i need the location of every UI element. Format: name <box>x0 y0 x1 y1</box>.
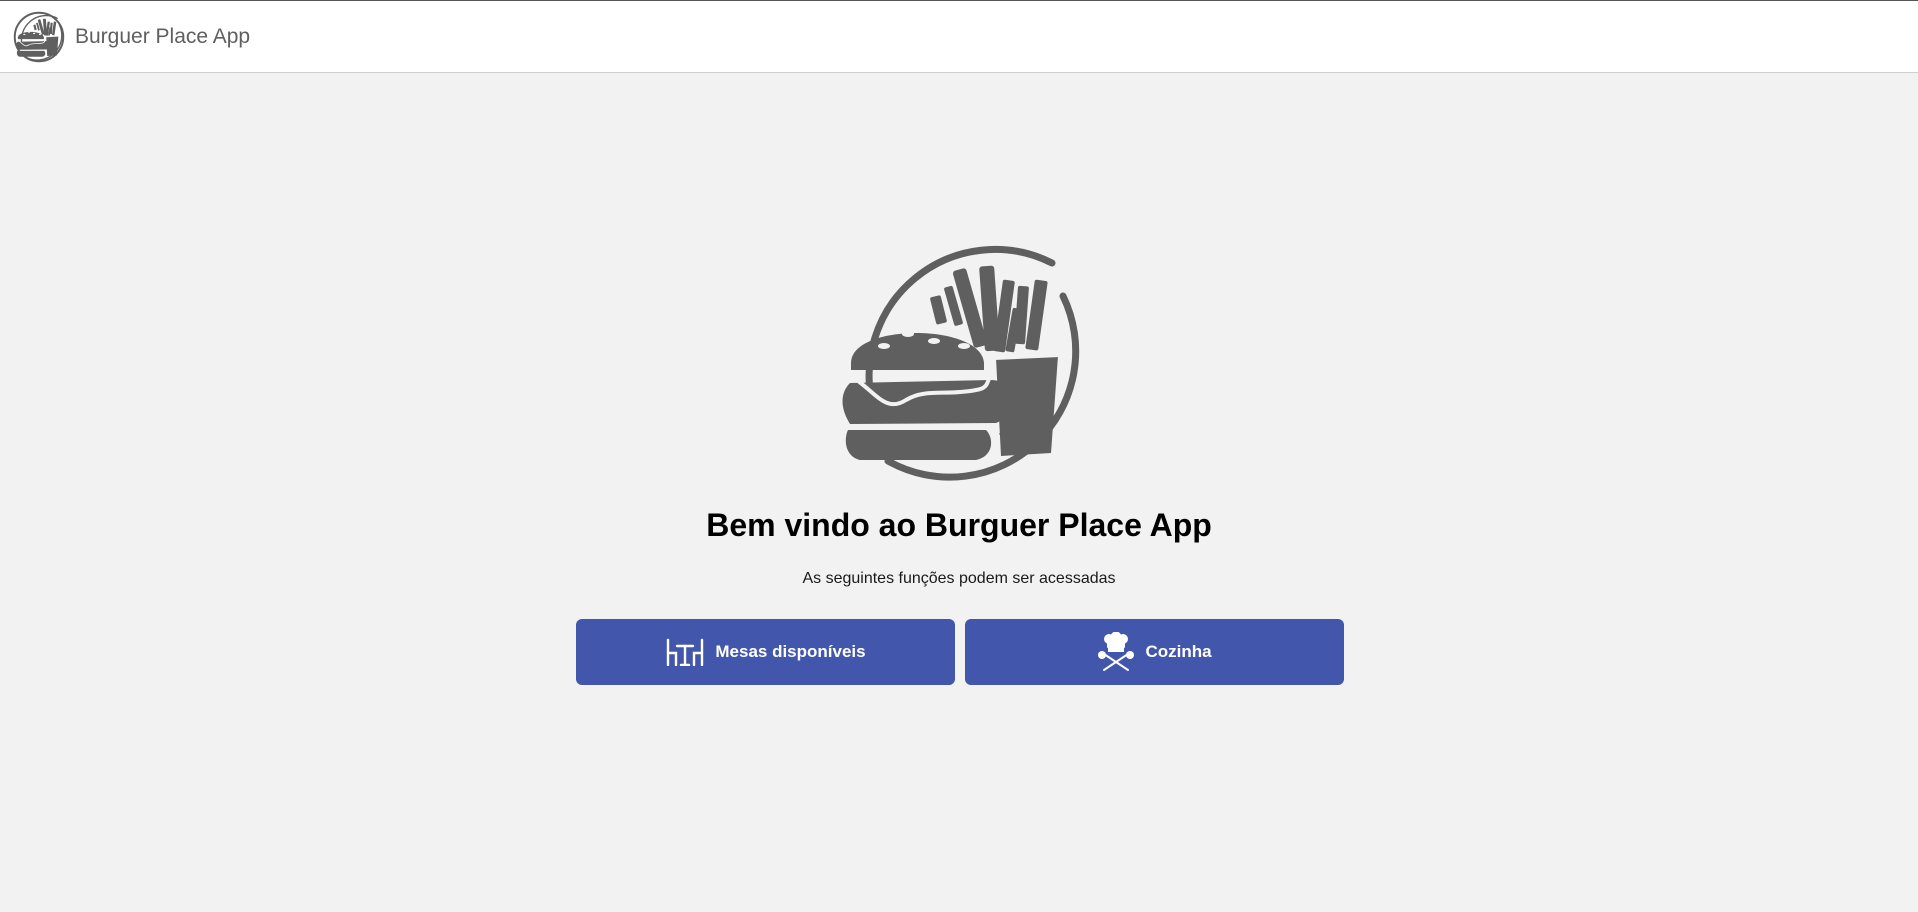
subtitle: As seguintes funções podem ser acessadas <box>802 570 1116 587</box>
burger-fries-logo-icon <box>826 228 1092 490</box>
burger-fries-logo-icon <box>13 11 65 62</box>
mesas-disponiveis-button[interactable]: Mesas disponíveis <box>576 619 955 685</box>
main-content: Bem vindo ao Burguer Place App As seguin… <box>0 73 1918 912</box>
navbar-brand[interactable]: Burguer Place App <box>13 11 250 63</box>
cozinha-button[interactable]: Cozinha <box>965 619 1344 685</box>
app-name: Burguer Place App <box>75 24 251 48</box>
cozinha-label: Cozinha <box>1145 642 1212 661</box>
welcome-title: Bem vindo ao Burguer Place App <box>706 507 1212 543</box>
table-chairs-icon <box>667 638 704 666</box>
chef-hat-utensils-icon <box>1098 632 1135 671</box>
action-buttons: Mesas disponíveis Cozinha <box>576 619 1344 685</box>
mesas-disponiveis-label: Mesas disponíveis <box>715 642 866 661</box>
top-navbar: Burguer Place App <box>0 0 1918 73</box>
